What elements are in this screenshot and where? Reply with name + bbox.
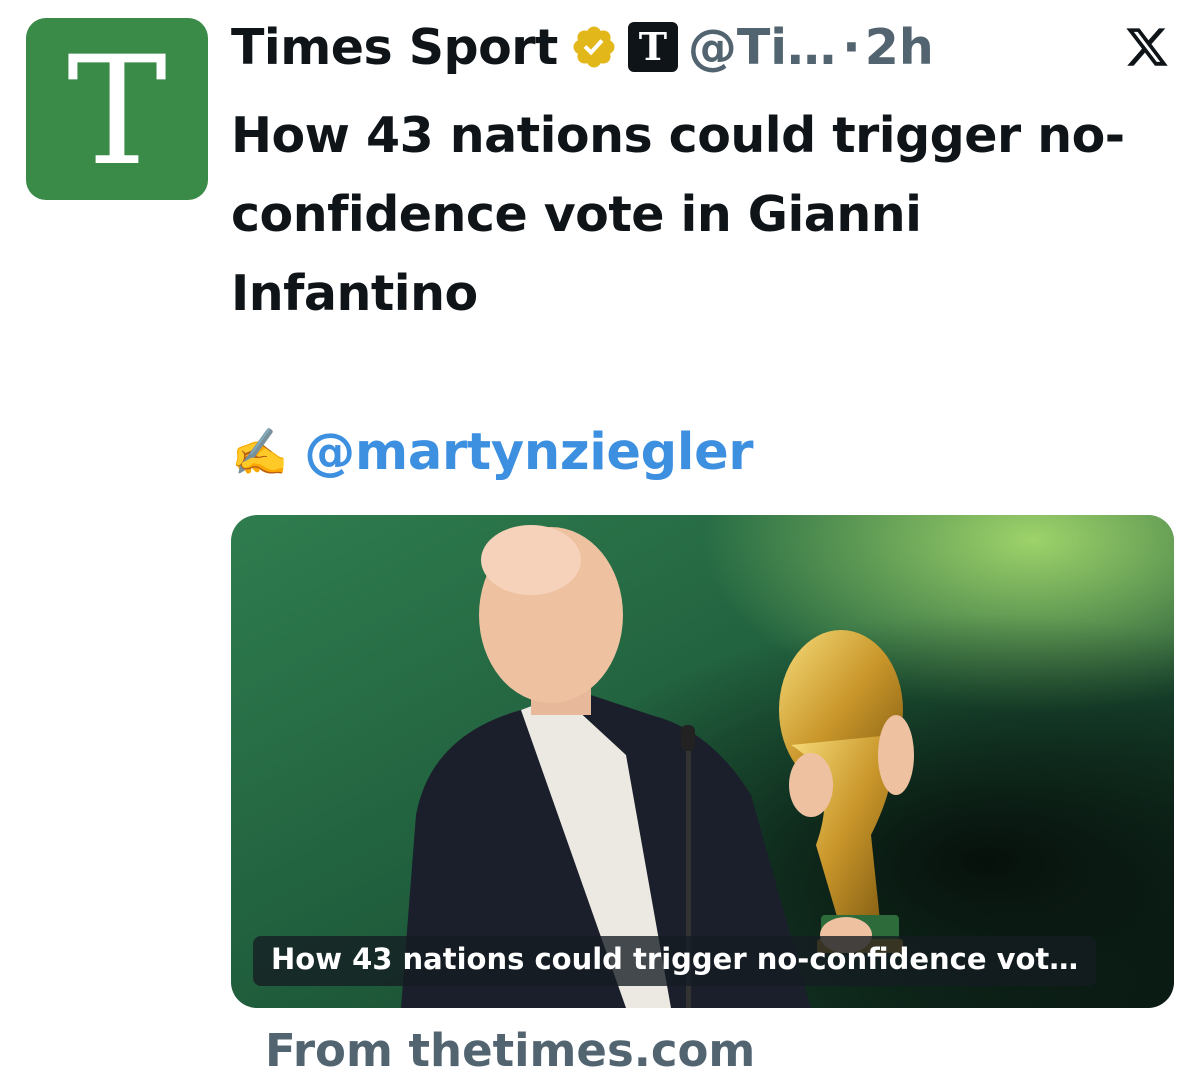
author-handle[interactable]: @Ti…: [688, 19, 836, 76]
card-source[interactable]: From thetimes.com: [265, 1024, 755, 1077]
affiliate-letter: T: [638, 24, 667, 69]
x-logo-icon: [1124, 24, 1170, 70]
card-image: [231, 515, 1174, 1008]
tweet-headline: How 43 nations could trigger no-confiden…: [231, 107, 1125, 322]
separator-dot: ·: [842, 18, 861, 76]
avatar[interactable]: T: [26, 18, 208, 200]
mention-link[interactable]: @martynziegler: [304, 423, 753, 482]
verified-badge-icon[interactable]: [570, 23, 618, 71]
tweet-header: Times Sport T @Ti… · 2h: [231, 14, 934, 80]
writing-hand-icon: ✍️: [231, 425, 289, 479]
timestamp[interactable]: 2h: [865, 19, 934, 76]
author-name[interactable]: Times Sport: [231, 19, 558, 76]
tweet[interactable]: T Times Sport T @Ti… · 2h How 43 nations…: [0, 0, 1200, 1084]
avatar-letter: T: [66, 25, 168, 199]
credit-line: ✍️ @martynziegler: [231, 420, 754, 484]
link-card[interactable]: How 43 nations could trigger no-confiden…: [231, 515, 1174, 1008]
card-caption: How 43 nations could trigger no-confiden…: [253, 936, 1097, 986]
times-affiliate-badge-icon[interactable]: T: [627, 22, 678, 72]
